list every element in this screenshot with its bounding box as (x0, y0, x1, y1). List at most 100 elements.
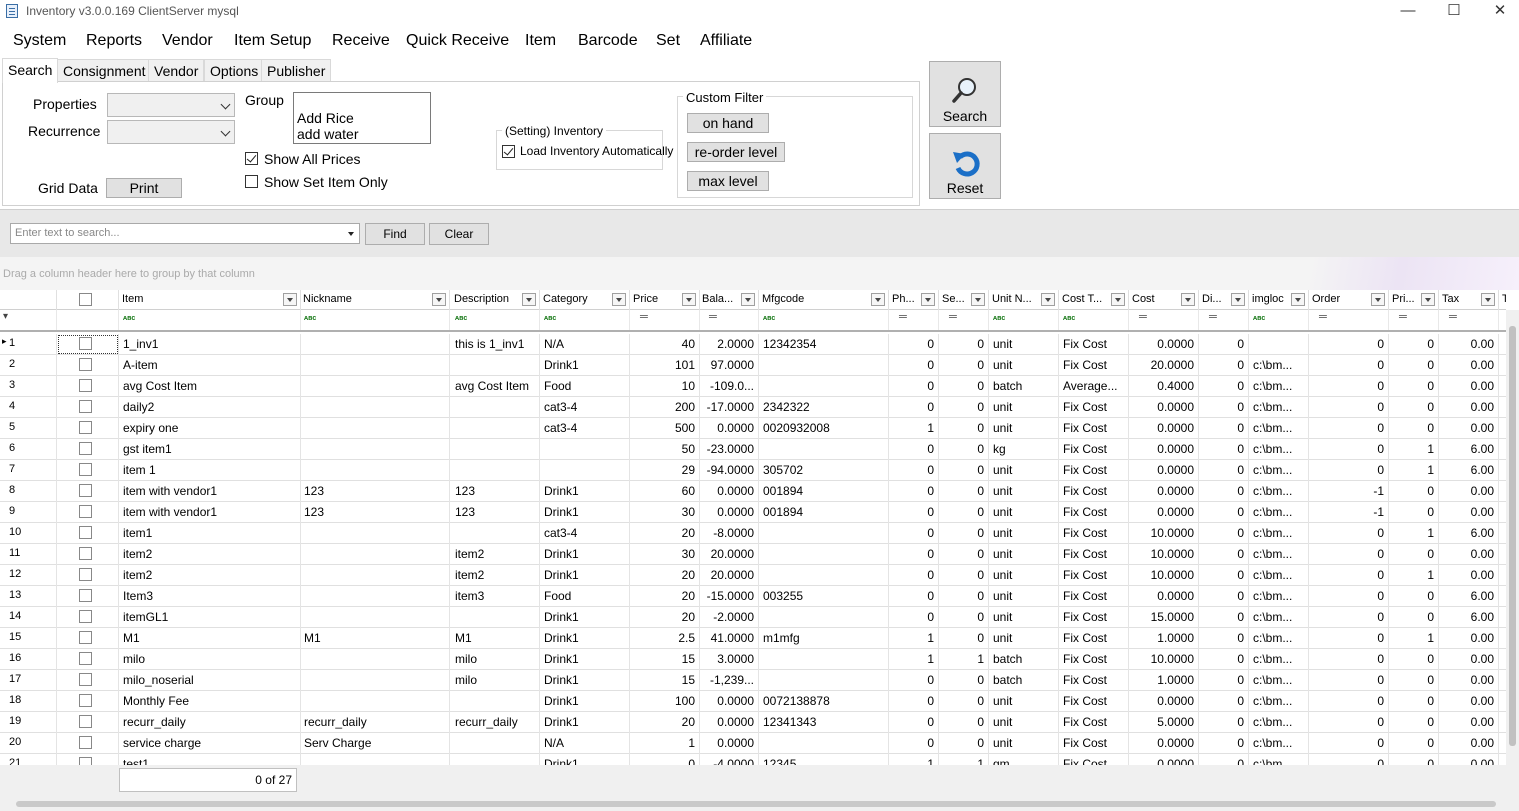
table-cell[interactable]: 0 (889, 733, 939, 754)
table-cell[interactable] (1499, 502, 1506, 523)
table-cell[interactable]: this is 1_inv1 (451, 334, 540, 355)
table-cell[interactable] (451, 439, 540, 460)
table-cell[interactable]: unit (989, 607, 1059, 628)
table-row[interactable]: 3 avg Cost Item avg Cost Item Food 10 -109.0.… (0, 376, 1506, 397)
table-cell[interactable]: 0 (1389, 586, 1439, 607)
text-filter-icon[interactable]: ᴀʙc (759, 310, 889, 330)
table-cell[interactable] (1499, 754, 1506, 765)
on-hand-button[interactable]: on hand (687, 113, 769, 133)
table-cell[interactable]: 0.00 (1439, 355, 1499, 376)
table-cell[interactable] (1249, 334, 1309, 355)
table-cell[interactable]: 0.00 (1439, 376, 1499, 397)
table-cell[interactable] (1499, 586, 1506, 607)
column-header[interactable]: Nickname (300, 290, 450, 310)
table-cell[interactable]: unit (989, 355, 1059, 376)
table-cell[interactable]: 0 (1389, 754, 1439, 765)
table-cell[interactable]: gm (989, 754, 1059, 765)
table-cell[interactable]: 1 (1389, 628, 1439, 649)
table-cell[interactable]: itemGL1 (119, 607, 301, 628)
table-cell[interactable]: M1 (300, 628, 450, 649)
table-cell[interactable]: 0 (939, 376, 989, 397)
table-cell[interactable]: 0 (1199, 712, 1249, 733)
table-cell[interactable]: unit (989, 586, 1059, 607)
table-cell[interactable]: 12345 (759, 754, 889, 765)
table-cell[interactable]: 1 (939, 754, 989, 765)
menu-affiliate[interactable]: Affiliate (700, 32, 752, 50)
table-cell[interactable]: 0 (889, 607, 939, 628)
row-checkbox[interactable] (79, 337, 92, 350)
table-cell[interactable]: 0 (1199, 418, 1249, 439)
table-row[interactable]: 7 item 1 29 -94.0000 305702 0 0 unit Fix Cost 0.0… (0, 460, 1506, 481)
menu-item[interactable]: Item (525, 32, 556, 50)
row-checkbox[interactable] (79, 568, 92, 581)
clear-button[interactable]: Clear (429, 223, 489, 245)
table-cell[interactable]: 0 (1199, 439, 1249, 460)
table-cell[interactable] (1499, 460, 1506, 481)
table-cell[interactable]: 0.00 (1439, 670, 1499, 691)
table-cell[interactable]: 20 (630, 712, 700, 733)
column-header[interactable]: Order (1309, 290, 1389, 310)
scroll-thumb[interactable] (16, 801, 1496, 807)
table-cell[interactable]: 0 (1199, 460, 1249, 481)
table-cell[interactable]: 1 (889, 649, 939, 670)
tab-search[interactable]: Search (2, 58, 59, 83)
table-cell[interactable]: 0.4000 (1129, 376, 1199, 397)
column-header[interactable]: Mfgcode (759, 290, 889, 310)
table-row[interactable]: 13 Item3 item3 Food 20 -15.0000 003255 0 0 unit Fi… (0, 586, 1506, 607)
table-cell[interactable]: 20.0000 (699, 544, 759, 565)
table-cell[interactable]: 15 (630, 670, 700, 691)
table-cell[interactable]: 0 (1199, 376, 1249, 397)
table-cell[interactable] (1499, 376, 1506, 397)
table-cell[interactable] (759, 649, 889, 670)
table-cell[interactable]: 2.0000 (699, 334, 759, 355)
table-cell[interactable] (1499, 565, 1506, 586)
table-cell[interactable]: Drink1 (540, 565, 630, 586)
tab-publisher[interactable]: Publisher (261, 59, 332, 82)
table-cell[interactable]: Fix Cost (1059, 460, 1129, 481)
table-cell[interactable]: 20 (630, 565, 700, 586)
table-cell[interactable]: 0 (1199, 628, 1249, 649)
column-header[interactable]: Unit N... (989, 290, 1059, 310)
column-header[interactable]: Bala... (699, 290, 759, 310)
table-cell[interactable]: Fix Cost (1059, 586, 1129, 607)
table-cell[interactable]: c:\bm... (1249, 481, 1309, 502)
menu-receive[interactable]: Receive (332, 32, 390, 50)
table-cell[interactable] (759, 544, 889, 565)
row-checkbox[interactable] (79, 505, 92, 518)
table-cell[interactable]: 0 (939, 628, 989, 649)
table-cell[interactable] (759, 439, 889, 460)
table-cell[interactable]: 0 (1309, 649, 1389, 670)
table-cell[interactable]: 30 (630, 544, 700, 565)
row-checkbox[interactable] (79, 610, 92, 623)
menu-system[interactable]: System (13, 32, 66, 50)
table-cell[interactable]: 6.00 (1439, 439, 1499, 460)
table-cell[interactable]: service charge (119, 733, 301, 754)
table-cell[interactable]: c:\bm... (1249, 460, 1309, 481)
horizontal-scrollbar[interactable] (0, 799, 1519, 809)
table-cell[interactable]: 0 (1309, 565, 1389, 586)
table-cell[interactable]: item2 (119, 544, 301, 565)
table-cell[interactable]: 0 (1309, 334, 1389, 355)
table-cell[interactable]: unit (989, 502, 1059, 523)
row-checkbox[interactable] (79, 757, 92, 765)
table-cell[interactable] (451, 355, 540, 376)
table-cell[interactable]: -109.0... (699, 376, 759, 397)
table-cell[interactable]: 500 (630, 418, 700, 439)
table-cell[interactable] (300, 586, 450, 607)
table-cell[interactable]: Drink1 (540, 607, 630, 628)
table-cell[interactable]: 0 (1309, 355, 1389, 376)
table-cell[interactable]: c:\bm... (1249, 439, 1309, 460)
table-cell[interactable]: 0 (1199, 355, 1249, 376)
column-header[interactable]: imgloc (1249, 290, 1309, 310)
table-cell[interactable]: 1 (889, 754, 939, 765)
table-row[interactable]: 15 M1 M1 M1 Drink1 2.5 41.0000 m1mfg 1 0 unit Fix C… (0, 628, 1506, 649)
table-cell[interactable]: 0 (1199, 523, 1249, 544)
table-row[interactable]: 12 item2 item2 Drink1 20 20.0000 0 0 unit Fix Cos… (0, 565, 1506, 586)
table-cell[interactable]: unit (989, 460, 1059, 481)
filter-dropdown-icon[interactable] (871, 293, 885, 306)
select-all-checkbox[interactable] (79, 293, 92, 306)
table-cell[interactable]: 0.0000 (1129, 733, 1199, 754)
table-cell[interactable]: 0 (1199, 481, 1249, 502)
row-checkbox[interactable] (79, 379, 92, 392)
table-cell[interactable]: 0 (889, 376, 939, 397)
